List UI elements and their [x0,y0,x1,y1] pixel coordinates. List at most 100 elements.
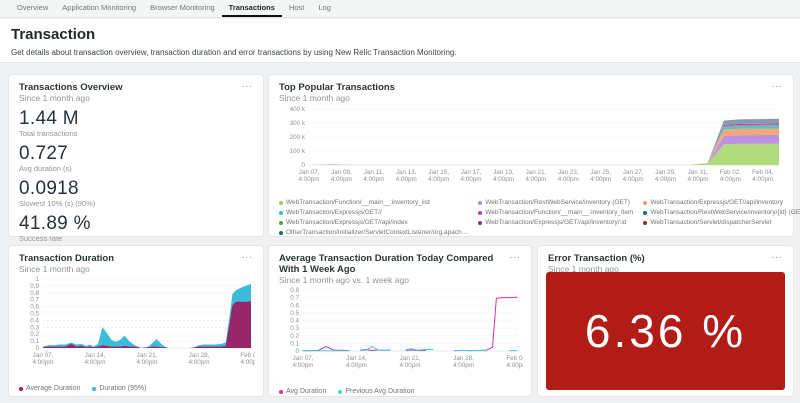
chart-legend: Avg Duration Previous Avg Duration [279,388,521,396]
svg-text:0: 0 [35,345,39,352]
panel-top-popular-transactions: Top Popular Transactions Since 1 month a… [268,74,794,237]
svg-text:4:00pm: 4:00pm [461,176,482,183]
svg-text:0.8: 0.8 [30,290,39,297]
svg-text:4:00pm: 4:00pm [590,176,611,183]
panel-subtitle: Since 1 month ago [19,93,253,103]
panel-title: Transactions Overview [19,82,253,93]
legend-label: Avg Duration [286,388,326,396]
svg-text:4:00pm: 4:00pm [720,176,741,183]
legend-item[interactable]: WebTransaction/RestWebService/inventory … [478,199,633,207]
legend-color-dot [643,211,647,215]
legend-item[interactable]: Duration (95%) [92,385,146,393]
metric-label: Total transactions [19,129,253,138]
svg-text:4:00pm: 4:00pm [752,176,773,183]
svg-text:0: 0 [295,348,299,355]
legend-item[interactable]: WebTransaction/Expressjs/GET// [279,209,468,217]
tab-overview[interactable]: Overview [10,0,55,17]
legend-label: WebTransaction/Function/__main__:invento… [286,199,430,207]
legend-item[interactable]: WebTransaction/Function/__main__:invento… [478,209,633,217]
page-description: Get details about transaction overview, … [11,48,789,57]
metric-value: 0.0918 [19,178,253,199]
legend-item[interactable]: WebTransaction/Expressjs/GET//api/invent… [478,219,633,227]
svg-text:4:00pm: 4:00pm [32,359,53,366]
tab-application-monitoring[interactable]: Application Monitoring [55,0,143,17]
legend-column: WebTransaction/Expressjs/GET//api/invent… [643,199,800,237]
legend-label: Average Duration [26,385,80,393]
panel-menu-icon[interactable]: ... [772,250,783,261]
legend-color-dot [279,201,283,205]
legend-label: WebTransaction/Function/__main__:invento… [485,209,633,217]
legend-item[interactable]: WebTransaction/Expressjs/GET//api/invent… [643,199,800,207]
svg-text:4:00pm: 4:00pm [506,362,523,369]
svg-text:4:00pm: 4:00pm [136,359,157,366]
metric-label: Slowest 10% (s) (90%) [19,199,253,208]
metric-value: 41.89 % [19,213,253,234]
legend-label: Duration (95%) [99,385,146,393]
tab-browser-monitoring[interactable]: Browser Monitoring [143,0,222,17]
legend-column: WebTransaction/RestWebService/inventory … [478,199,633,237]
transaction-duration-chart[interactable]: 00.10.20.30.40.50.60.70.80.91Jan 07,4:00… [19,274,255,378]
top-popular-transactions-chart[interactable]: 0100 k200 k300 k400 kJan 07,4:00pmJan 09… [279,103,785,191]
tab-host[interactable]: Host [282,0,311,17]
panel-menu-icon[interactable]: ... [510,250,521,261]
legend-color-dot [338,390,342,394]
panel-title: Top Popular Transactions [279,82,783,93]
svg-text:0.3: 0.3 [30,324,39,331]
legend-label: WebTransaction/RestWebService/inventory/… [650,209,800,217]
panel-menu-icon[interactable]: ... [772,79,783,90]
svg-text:Jan 07,: Jan 07, [33,352,54,359]
metric-block: 1.44 MTotal transactions [19,108,253,138]
tab-log[interactable]: Log [311,0,338,17]
svg-text:4:00pm: 4:00pm [331,176,352,183]
page-header: Transaction Get details about transactio… [0,19,800,63]
legend-column: WebTransaction/Function/__main__:invento… [279,199,468,237]
legend-label: WebTransaction/Expressjs/GET// [286,209,382,217]
legend-color-dot [19,387,23,391]
avg-duration-comparison-chart[interactable]: 00.10.20.30.40.50.60.70.8Jan 07,4:00pmJa… [279,285,523,381]
svg-text:4:00pm: 4:00pm [655,176,676,183]
panel-error-transaction: Error Transaction (%) Since 1 month ago … [537,245,794,397]
legend-label: WebTransaction/Expressjs/GET//api/invent… [650,199,783,207]
panel-menu-icon[interactable]: ... [242,79,253,90]
legend-label: OtherTransaction/Initializer/ServletCont… [286,229,468,237]
panel-transactions-overview: Transactions Overview Since 1 month ago … [8,74,264,237]
legend-label: WebTransaction/Servlet/dispatcherServlet [650,219,771,227]
panel-title: Average Transaction Duration Today Compa… [279,253,521,275]
svg-text:4:00pm: 4:00pm [493,176,514,183]
svg-text:4:00pm: 4:00pm [292,362,313,369]
legend-item[interactable]: OtherTransaction/Initializer/ServletCont… [279,229,468,237]
svg-text:Jan 17,: Jan 17, [461,169,482,176]
legend-item[interactable]: WebTransaction/Expressjs/GET//api/index [279,219,468,227]
legend-color-dot [279,221,283,225]
panel-avg-duration-comparison: Average Transaction Duration Today Compa… [268,245,532,397]
panel-subtitle: Since 1 month ago vs. 1 week ago [279,275,521,285]
panel-title: Transaction Duration [19,253,253,264]
svg-text:Jan 31,: Jan 31, [688,169,709,176]
svg-text:Jan 07,: Jan 07, [299,169,320,176]
top-navigation: OverviewApplication MonitoringBrowser Mo… [0,0,800,18]
svg-text:0: 0 [301,162,305,169]
legend-item[interactable]: WebTransaction/RestWebService/inventory/… [643,209,800,217]
legend-item[interactable]: Average Duration [19,385,80,393]
legend-label: WebTransaction/RestWebService/inventory … [485,199,630,207]
legend-color-dot [92,387,96,391]
svg-text:Jan 07,: Jan 07, [293,355,314,362]
svg-text:Jan 14,: Jan 14, [346,355,367,362]
panel-menu-icon[interactable]: ... [242,250,253,261]
svg-text:Jan 21,: Jan 21, [526,169,547,176]
svg-text:Jan 19,: Jan 19, [493,169,514,176]
svg-text:Jan 14,: Jan 14, [85,352,106,359]
svg-text:Jan 21,: Jan 21, [137,352,158,359]
legend-item[interactable]: WebTransaction/Function/__main__:invento… [279,199,468,207]
svg-text:0.5: 0.5 [290,310,299,317]
svg-text:0.4: 0.4 [30,317,39,324]
svg-text:Jan 27,: Jan 27, [623,169,644,176]
legend-item[interactable]: Previous Avg Duration [338,388,414,396]
panel-title: Error Transaction (%) [548,253,783,264]
metric-block: 41.89 %Success rate [19,213,253,243]
legend-item[interactable]: WebTransaction/Servlet/dispatcherServlet [643,219,800,227]
legend-item[interactable]: Avg Duration [279,388,326,396]
legend-color-dot [478,221,482,225]
legend-label: WebTransaction/Expressjs/GET//api/invent… [485,219,626,227]
tab-transactions[interactable]: Transactions [222,0,282,17]
